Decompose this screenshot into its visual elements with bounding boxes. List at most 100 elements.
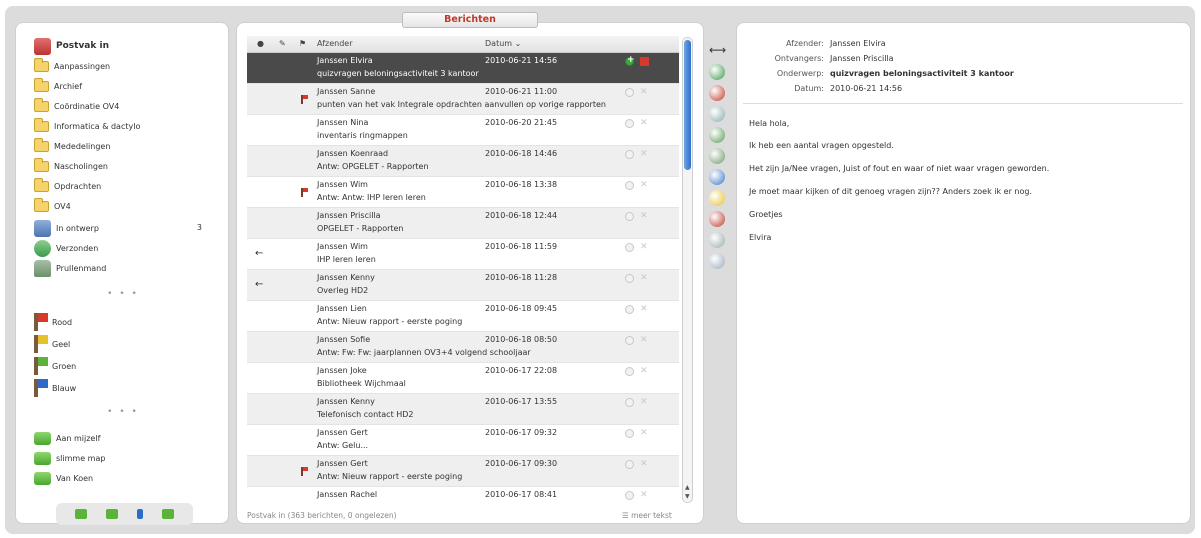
mark-read-icon[interactable] [625,119,634,128]
sidebar-item-folder[interactable]: Mededelingen [34,137,110,155]
delete-icon[interactable]: ✕ [640,428,648,438]
print-icon[interactable] [709,232,725,248]
sidebar-item-inbox[interactable]: Postvak in [34,37,109,55]
sidebar-item-folder[interactable]: Opdrachten [34,177,101,195]
reply-all-icon[interactable] [709,106,725,122]
red-flag-icon[interactable] [301,467,308,476]
sidebar-item-smart-folder[interactable]: Aan mijzelf [34,429,100,447]
scroll-thumb[interactable] [684,40,691,170]
mark-read-icon[interactable] [625,150,634,159]
sidebar-item-trash[interactable]: Prullenmand [34,259,106,277]
add-folder-icon[interactable] [75,509,88,519]
mark-read-icon[interactable] [625,88,634,97]
delete-icon[interactable] [709,211,725,227]
row-subject: quizvragen beloningsactiviteit 3 kantoor [317,69,479,78]
sidebar-item-folder[interactable]: OV4 [34,197,71,215]
refresh-icon[interactable] [709,64,725,80]
list-scrollbar[interactable]: ▲ ▼ [682,37,693,503]
column-header-from[interactable]: Afzender [317,39,352,48]
red-flag-icon[interactable] [301,188,308,197]
delete-icon[interactable]: ✕ [640,87,648,97]
sidebar-item-smart-folder[interactable]: Van Koen [34,469,93,487]
sidebar-item-folder[interactable]: Archief [34,77,82,95]
table-row[interactable]: Janssen Gert Antw: Nieuw rapport - eerste… [247,456,679,487]
forward-icon[interactable] [709,127,725,143]
scroll-down-arrow[interactable]: ▼ [685,493,690,500]
table-row[interactable]: Janssen Wim Antw: Antw: IHP leren leren 20… [247,177,679,208]
delete-icon[interactable]: ✕ [640,180,648,190]
scroll-up-arrow[interactable]: ▲ [685,484,690,491]
label-icon[interactable] [709,190,725,206]
tab-berichten[interactable]: Berichten [402,12,538,28]
table-row[interactable]: Janssen Sofie Antw: Fw: Fw: jaarplannen O… [247,332,679,363]
delete-icon[interactable]: ✕ [640,211,648,221]
mark-read-icon[interactable] [625,460,634,469]
move-icon[interactable] [709,169,725,185]
row-subject: Antw: Antw: IHP leren leren [317,193,426,202]
table-row[interactable]: ← Janssen Kenny Overleg HD2 2010-06-18 11:2… [247,270,679,301]
table-row[interactable]: Janssen Gert Antw: Gelu... 2010-06-17 09:3… [247,425,679,456]
more-text-toggle[interactable]: ☰ meer tekst [622,511,672,520]
mark-read-icon[interactable] [625,305,634,314]
mark-read-icon[interactable] [625,181,634,190]
sidebar-item-sent[interactable]: Verzonden [34,239,98,257]
delete-icon[interactable]: ✕ [640,149,648,159]
to-value[interactable]: Janssen Priscilla [830,54,894,63]
column-header-date[interactable]: Datum ⌄ [485,39,521,48]
flag-filter-icon[interactable] [136,509,143,519]
sort-read-icon[interactable]: ● [257,39,264,48]
edit-folder-icon[interactable] [106,509,119,519]
table-row[interactable]: Janssen Koenraad Antw: OPGELET - Rapporte… [247,146,679,177]
expand-horizontal-icon[interactable]: ⟷ [709,43,726,57]
mark-read-icon[interactable] [625,336,634,345]
sidebar-item-folder[interactable]: Nascholingen [34,157,108,175]
mark-read-icon[interactable] [625,429,634,438]
delete-icon[interactable]: ✕ [640,118,648,128]
table-row[interactable]: Janssen Lien Antw: Nieuw rapport - eerste… [247,301,679,332]
search-icon[interactable] [709,253,725,269]
table-row[interactable]: Janssen Priscilla OPGELET - Rapporten 2010… [247,208,679,239]
folder-icon [34,157,49,172]
sidebar-item-folder[interactable]: Informatica & dactylo [34,117,140,135]
mark-read-icon[interactable] [625,274,634,283]
attachment-column-icon[interactable]: ✎ [279,39,286,48]
section-divider-dots: • • • [107,289,139,299]
table-row[interactable]: ← Janssen Wim IHP leren leren 2010-06-18 11… [247,239,679,270]
delete-icon[interactable]: ✕ [640,304,648,314]
table-row[interactable]: Janssen Joke Bibliotheek Wijchmaal 2010-06… [247,363,679,394]
sidebar-item-label: slimme map [56,453,106,463]
mark-read-icon[interactable] [625,398,634,407]
table-row[interactable]: Janssen Kenny Telefonisch contact HD2 2010… [247,394,679,425]
delete-icon[interactable]: ✕ [640,57,649,66]
mark-read-icon[interactable] [625,212,634,221]
mark-read-icon[interactable] [625,243,634,252]
delete-icon[interactable]: ✕ [640,366,648,376]
table-row[interactable]: Janssen Elvira quizvragen beloningsactivi… [247,53,679,84]
sidebar-item-smart-folder[interactable]: slimme map [34,449,105,467]
mark-read-icon[interactable] [625,367,634,376]
sidebar-item-flag-red[interactable]: Rood [34,313,72,331]
sidebar-item-folder[interactable]: Aanpassingen [34,57,110,75]
delete-icon[interactable]: ✕ [640,397,648,407]
table-row[interactable]: Janssen Sanne punten van het vak Integral… [247,84,679,115]
reply-icon[interactable] [709,85,725,101]
forward-attach-icon[interactable] [709,148,725,164]
sidebar-item-flag-green[interactable]: Groen [34,357,76,375]
delete-icon[interactable]: ✕ [640,459,648,469]
smart-folder-add-icon[interactable] [161,509,174,519]
delete-icon[interactable]: ✕ [640,335,648,345]
red-flag-icon[interactable] [301,95,308,104]
sidebar-item-flag-blue[interactable]: Blauw [34,379,76,397]
mark-read-icon[interactable] [625,491,634,500]
add-icon[interactable] [625,55,635,66]
table-row[interactable]: Janssen Nina inventaris ringmappen 2010-06… [247,115,679,146]
sidebar-item-drafts[interactable]: In ontwerp [34,219,99,237]
sidebar-item-flag-yellow[interactable]: Geel [34,335,70,353]
delete-icon[interactable]: ✕ [640,273,648,283]
flag-column-icon[interactable]: ⚑ [299,39,306,48]
table-row[interactable]: Janssen RachelAfwezig2010-06-17 08:41✕ [247,487,679,501]
delete-icon[interactable]: ✕ [640,490,648,500]
from-value[interactable]: Janssen Elvira [830,39,886,48]
delete-icon[interactable]: ✕ [640,242,648,252]
sidebar-item-folder[interactable]: Coördinatie OV4 [34,97,119,115]
